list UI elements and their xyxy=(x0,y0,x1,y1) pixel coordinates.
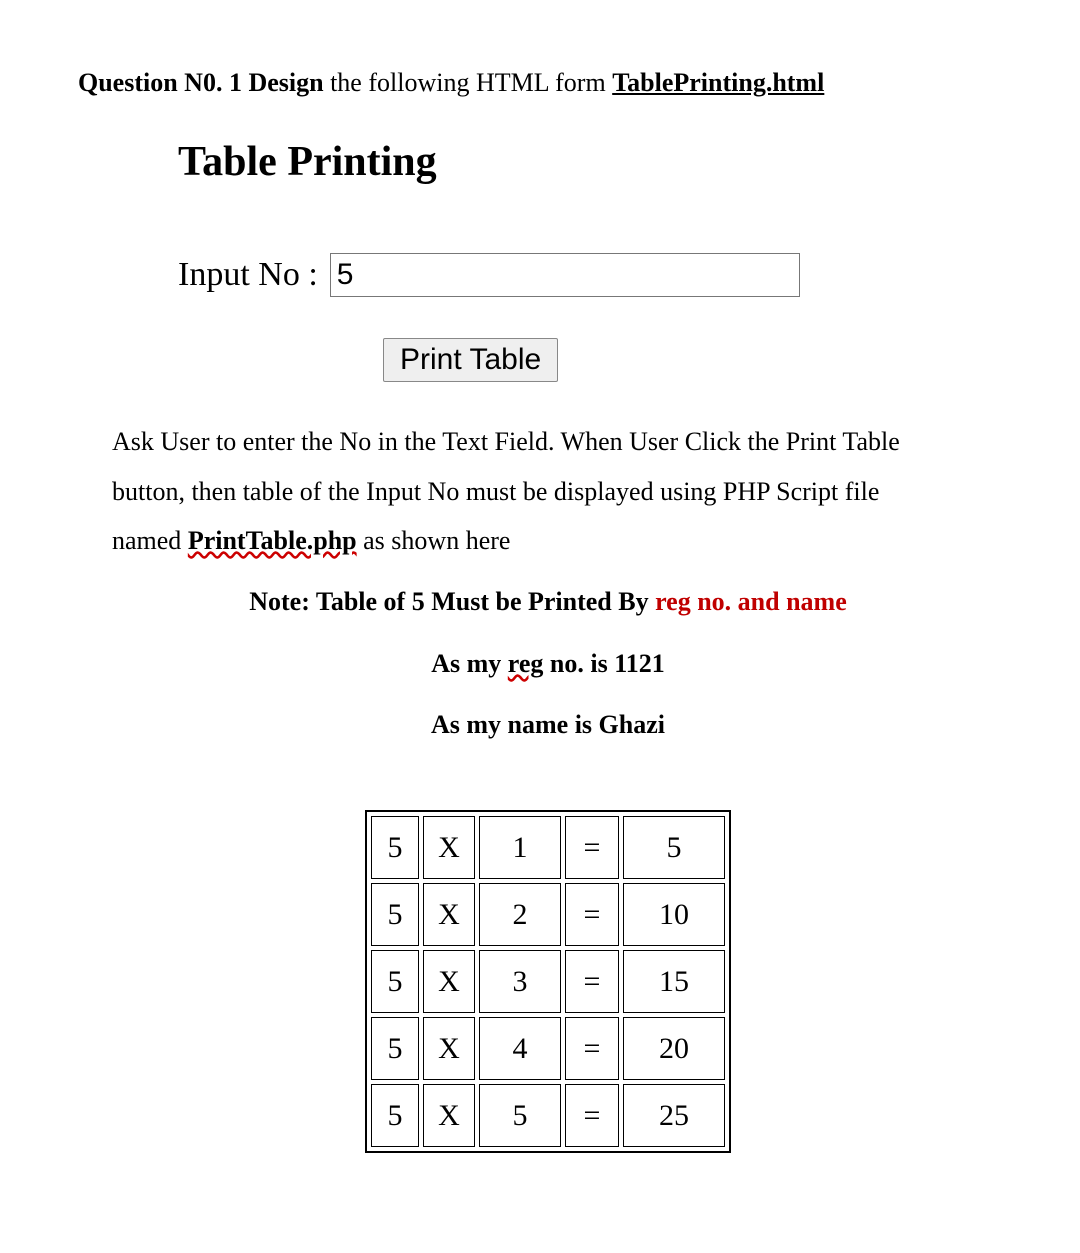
table-cell-op: X xyxy=(423,950,475,1013)
php-file-name: PrintTable.php xyxy=(188,526,357,555)
table-cell-a: 5 xyxy=(371,1017,419,1080)
desc-line-2: button, then table of the Input No must … xyxy=(112,467,1012,516)
table-cell-result: 15 xyxy=(623,950,725,1013)
input-number-field[interactable] xyxy=(330,253,800,297)
table-cell-result: 5 xyxy=(623,816,725,879)
question-statement: Question N0. 1 Design the following HTML… xyxy=(78,58,1018,107)
reg-line: As my reg no. is 1121 xyxy=(78,639,1018,688)
table-row: 5X5=25 xyxy=(371,1084,725,1147)
table-row: 5X4=20 xyxy=(371,1017,725,1080)
table-cell-result: 20 xyxy=(623,1017,725,1080)
print-table-button[interactable]: Print Table xyxy=(383,338,558,382)
question-rest: the following HTML form xyxy=(324,68,613,97)
table-row: 5X1=5 xyxy=(371,816,725,879)
table-cell-b: 3 xyxy=(479,950,561,1013)
table-cell-b: 5 xyxy=(479,1084,561,1147)
table-cell-eq: = xyxy=(565,1017,619,1080)
input-row: Input No : xyxy=(178,243,1018,308)
question-prefix: Question N0. 1 Design xyxy=(78,68,324,97)
table-cell-b: 4 xyxy=(479,1017,561,1080)
name-line: As my name is Ghazi xyxy=(78,700,1018,749)
table-cell-eq: = xyxy=(565,816,619,879)
table-cell-a: 5 xyxy=(371,883,419,946)
table-row: 5X2=10 xyxy=(371,883,725,946)
table-cell-a: 5 xyxy=(371,950,419,1013)
page-title: Table Printing xyxy=(178,123,1018,203)
table-cell-op: X xyxy=(423,883,475,946)
desc-line-1: Ask User to enter the No in the Text Fie… xyxy=(112,417,1012,466)
table-cell-eq: = xyxy=(565,883,619,946)
note-red-text: reg no. and name xyxy=(655,587,847,616)
table-cell-a: 5 xyxy=(371,816,419,879)
table-cell-op: X xyxy=(423,816,475,879)
table-row: 5X3=15 xyxy=(371,950,725,1013)
table-cell-eq: = xyxy=(565,1084,619,1147)
question-file: TablePrinting.html xyxy=(612,68,824,97)
table-cell-op: X xyxy=(423,1017,475,1080)
table-cell-op: X xyxy=(423,1084,475,1147)
table-cell-result: 10 xyxy=(623,883,725,946)
table-cell-eq: = xyxy=(565,950,619,1013)
desc-line-3: named PrintTable.php as shown here xyxy=(112,516,1012,565)
table-cell-b: 1 xyxy=(479,816,561,879)
note-line: Note: Table of 5 Must be Printed By reg … xyxy=(78,577,1018,626)
table-cell-result: 25 xyxy=(623,1084,725,1147)
table-cell-a: 5 xyxy=(371,1084,419,1147)
multiplication-table: 5X1=55X2=105X3=155X4=205X5=25 xyxy=(365,810,731,1153)
table-cell-b: 2 xyxy=(479,883,561,946)
input-label: Input No : xyxy=(178,243,318,308)
description-block: Ask User to enter the No in the Text Fie… xyxy=(112,417,1012,565)
